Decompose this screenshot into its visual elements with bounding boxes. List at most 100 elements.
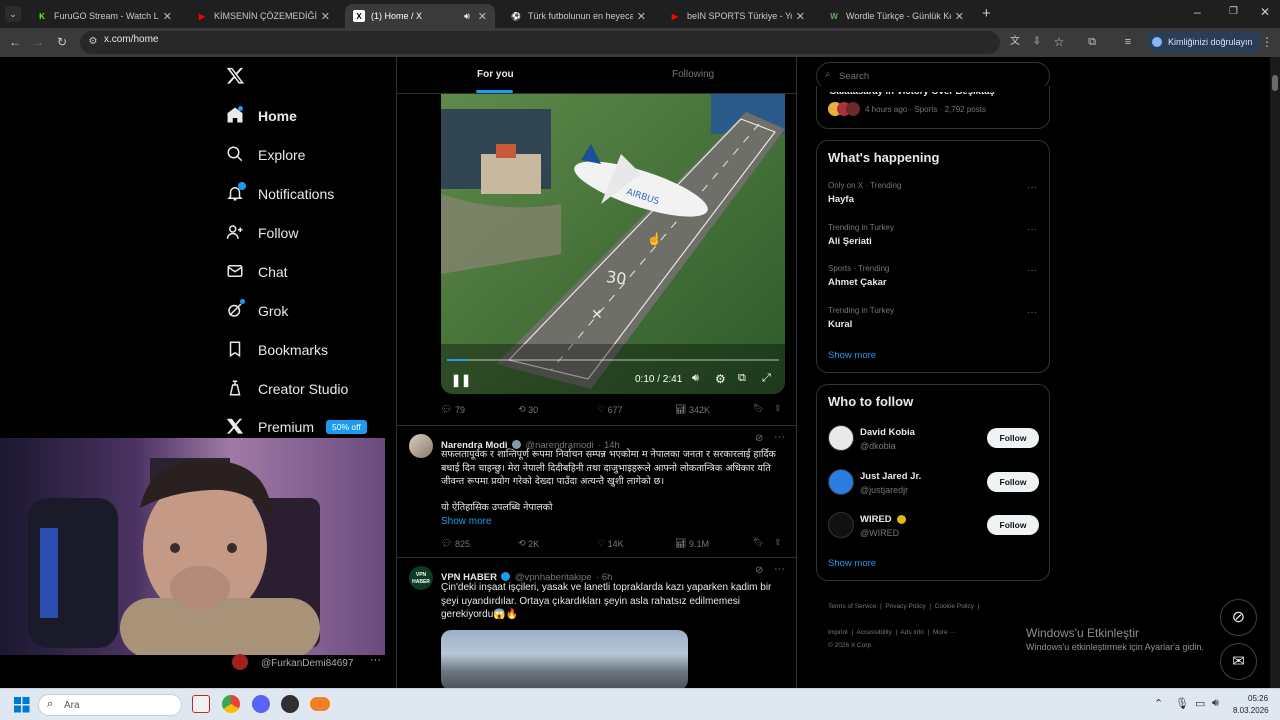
avatar[interactable] xyxy=(828,512,854,538)
views-button[interactable]: 📊︎ 342K xyxy=(675,404,710,415)
site-info-icon[interactable]: ⚙ xyxy=(86,35,100,49)
footer-imprint[interactable]: Imprint xyxy=(828,629,848,636)
omnibox[interactable] xyxy=(80,31,1000,54)
repost-button[interactable]: ⟲ 2K xyxy=(518,538,539,549)
follow-show-more[interactable]: Show more xyxy=(828,558,876,569)
fullscreen-icon[interactable]: ⤢ xyxy=(762,372,771,385)
forward-icon[interactable]: → xyxy=(31,35,45,49)
footer-ads[interactable]: Ads info xyxy=(900,629,924,636)
mic-icon[interactable]: 🎙︎ xyxy=(1175,697,1189,710)
tab-following[interactable]: Following xyxy=(672,69,714,80)
grok-tweet-icon[interactable]: ⊘ xyxy=(755,433,763,444)
browser-tab[interactable]: X (1) Home / X 🔊︎ ✕ xyxy=(345,4,495,28)
tweet-vpn-haber[interactable]: VPN HABER VPN HABER @vpnhaberitakipe · 6… xyxy=(397,558,796,688)
show-more-link[interactable]: Show more xyxy=(441,516,492,527)
close-window-button[interactable]: ✕ xyxy=(1260,5,1270,19)
footer-cookie[interactable]: Cookie Policy xyxy=(935,603,974,610)
clock-time[interactable]: 05:26 xyxy=(1248,694,1268,703)
suggestion-name[interactable]: David Kobia xyxy=(860,427,915,438)
grok-tweet-icon[interactable]: ⊘ xyxy=(755,565,763,576)
app-icon-obs[interactable] xyxy=(281,695,299,713)
browser-tab[interactable]: W Wordle Türkçe - Günlük Kelime ✕ xyxy=(820,4,972,28)
messages-floating-button[interactable]: ✉ xyxy=(1220,643,1257,680)
browser-tab[interactable]: ⚽ Türk futbolunun en heyecanlı m ✕ xyxy=(502,4,654,28)
tweet-narendra-modi[interactable]: Narendra Modi @narendramodi · 14h ⊘ ··· … xyxy=(397,426,796,557)
tweet-media[interactable] xyxy=(441,630,688,688)
trend-item[interactable]: Sports · Trending Ahmet Çakar ··· xyxy=(817,260,1049,298)
app-icon-sheets[interactable] xyxy=(192,695,210,713)
volume-icon[interactable]: 🔊︎ xyxy=(692,372,699,385)
tab-close-icon[interactable]: ✕ xyxy=(321,10,330,23)
extensions-icon[interactable]: ⧉ xyxy=(1085,35,1099,49)
bookmark-button[interactable]: 🔖︎ xyxy=(753,403,764,414)
tray-chevron-icon[interactable]: ⌃ xyxy=(1154,697,1163,710)
avatar[interactable] xyxy=(828,425,854,451)
back-icon[interactable]: ← xyxy=(8,35,22,49)
bookmark-star-icon[interactable]: ☆ xyxy=(1052,35,1066,49)
grok-floating-button[interactable]: ⊘ xyxy=(1220,599,1257,636)
footer-accessibility[interactable]: Accessibility xyxy=(856,629,891,636)
trend-more-icon[interactable]: ··· xyxy=(1027,265,1037,276)
share-button[interactable]: ⇪ xyxy=(774,537,782,548)
maximize-button[interactable]: ❐ xyxy=(1229,6,1238,17)
tab-close-icon[interactable]: ✕ xyxy=(478,10,487,23)
verify-identity-button[interactable]: Kimliğinizi doğrulayın xyxy=(1146,31,1262,53)
footer-privacy[interactable]: Privacy Policy xyxy=(885,603,925,610)
browser-tab[interactable]: K FuruGO Stream - Watch Live on ✕ xyxy=(28,4,180,28)
trend-item[interactable]: Only on X · Trending Hayfa ··· xyxy=(817,177,1049,215)
pip-icon[interactable]: ⧉ xyxy=(738,372,746,385)
nav-item-chat[interactable]: Chat xyxy=(226,258,288,286)
tab-list-button[interactable]: ⌄ xyxy=(5,6,21,22)
clock-date[interactable]: 8.03.2026 xyxy=(1233,706,1269,715)
tweet-more-icon[interactable]: ··· xyxy=(774,563,785,575)
reply-button[interactable]: 💬︎ 79 xyxy=(441,404,465,415)
tab-for-you[interactable]: For you xyxy=(477,69,514,80)
footer-more[interactable]: More ··· xyxy=(933,629,956,636)
repost-button[interactable]: ⟲ 30 xyxy=(518,404,538,415)
follow-button[interactable]: Follow xyxy=(987,428,1039,448)
x-logo[interactable] xyxy=(226,66,245,85)
speaker-icon[interactable]: 🔊︎ xyxy=(1212,697,1219,710)
pause-icon[interactable]: ❚❚ xyxy=(451,373,471,387)
trend-item[interactable]: Trending in Turkey Ali Şeriati ··· xyxy=(817,219,1049,257)
nav-item-explore[interactable]: Explore xyxy=(226,141,305,169)
footer-terms[interactable]: Terms of Service xyxy=(828,603,876,610)
settings-icon[interactable]: ⚙ xyxy=(715,372,726,386)
reload-icon[interactable]: ↻ xyxy=(55,35,69,49)
nav-item-grok[interactable]: Grok xyxy=(226,297,288,325)
monitor-icon[interactable]: ▭ xyxy=(1195,697,1205,710)
browser-tab[interactable]: ▶ KİMSENİN ÇÖZEMEDİĞİ TARİHİ ✕ xyxy=(188,4,338,28)
follow-suggestion[interactable]: David Kobia @dkobia Follow xyxy=(817,421,1049,461)
trend-item[interactable]: Trending in Turkey Kural ··· xyxy=(817,302,1049,340)
new-tab-button[interactable]: + xyxy=(982,5,991,22)
nav-item-home[interactable]: Home xyxy=(226,102,297,130)
account-more-icon[interactable]: ··· xyxy=(370,654,381,666)
tab-audio-icon[interactable]: 🔊︎ xyxy=(464,11,470,22)
taskbar-search[interactable]: ⌕ Ara xyxy=(38,694,182,716)
follow-suggestion[interactable]: Just Jared Jr. @justjaredjr Follow xyxy=(817,465,1049,505)
trends-show-more[interactable]: Show more xyxy=(828,350,876,361)
tab-close-icon[interactable]: ✕ xyxy=(637,10,646,23)
suggestion-name[interactable]: Just Jared Jr. xyxy=(860,471,921,482)
trend-more-icon[interactable]: ··· xyxy=(1027,182,1037,193)
browser-tab[interactable]: ▶ beIN SPORTS Türkiye - YouTube ✕ xyxy=(661,4,813,28)
nav-item-creator-studio[interactable]: Creator Studio xyxy=(226,375,348,403)
trend-more-icon[interactable]: ··· xyxy=(1027,224,1037,235)
tab-close-icon[interactable]: ✕ xyxy=(163,10,172,23)
avatar[interactable] xyxy=(409,434,433,458)
nav-item-follow[interactable]: Follow xyxy=(226,219,298,247)
app-icon-discord[interactable] xyxy=(252,695,270,713)
tab-close-icon[interactable]: ✕ xyxy=(955,10,964,23)
video-player[interactable]: 30 ✕ AIRBUS ❚❚ 0:10 / 2:41 🔊︎ ⚙ ⧉ ⤢ xyxy=(441,94,785,394)
news-card[interactable]: Galatasaray in Victory Over Beşiktaş 4 h… xyxy=(816,86,1050,129)
bookmark-button[interactable]: 🔖︎ xyxy=(753,537,764,548)
views-button[interactable]: 📊︎ 9.1M xyxy=(675,538,709,549)
avatar[interactable] xyxy=(828,468,854,495)
page-scrollbar[interactable] xyxy=(1270,57,1280,688)
suggestion-name[interactable]: WIRED xyxy=(860,514,892,525)
video-progress-track[interactable] xyxy=(447,359,779,361)
tab-close-icon[interactable]: ✕ xyxy=(796,10,805,23)
account-row[interactable]: @FurkanDemi84697 ··· xyxy=(226,654,384,674)
trend-more-icon[interactable]: ··· xyxy=(1027,307,1037,318)
url-text[interactable]: x.com/home xyxy=(104,34,158,45)
